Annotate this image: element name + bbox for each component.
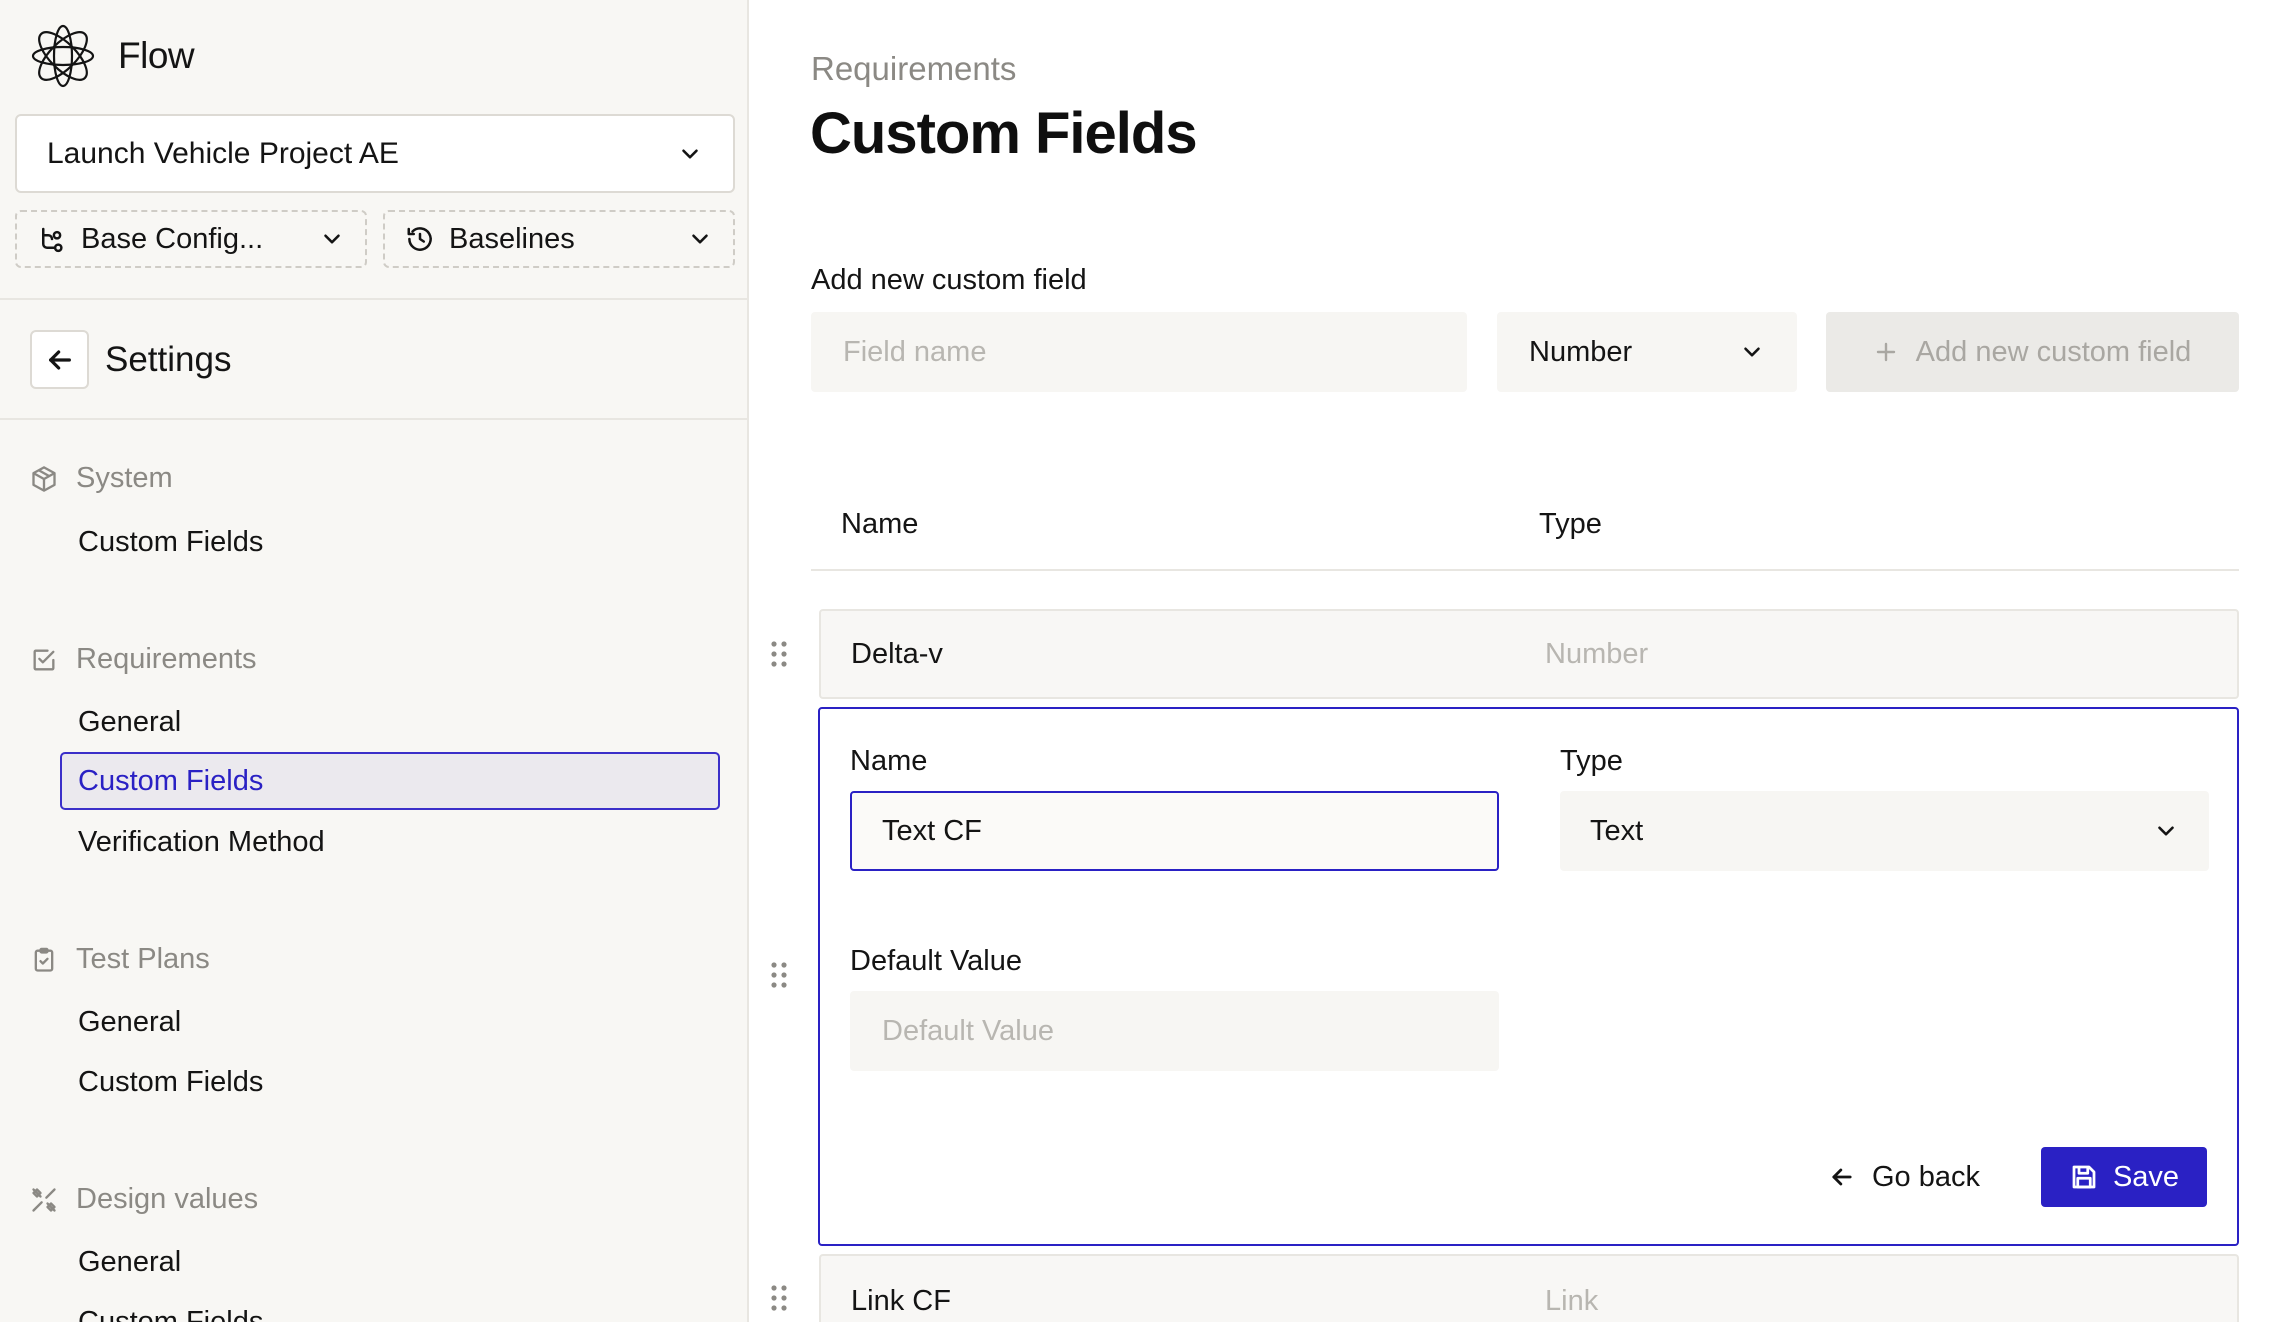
nav-item-label: Custom Fields <box>78 1065 264 1098</box>
drag-handle-icon[interactable] <box>769 1284 789 1312</box>
settings-title: Settings <box>105 340 232 379</box>
baselines-select[interactable]: Baselines <box>383 210 735 268</box>
edit-custom-field-card: Name Type Text Default Value Go back Sav… <box>818 707 2239 1246</box>
nav-item-label: General <box>78 1005 182 1038</box>
edit-name-input[interactable] <box>850 791 1499 871</box>
nav-item-system-custom-fields[interactable]: Custom Fields <box>60 513 720 571</box>
nav-item-label: Verification Method <box>78 825 325 858</box>
nav-item-label: Custom Fields <box>78 764 264 797</box>
config-select[interactable]: Base Config... <box>15 210 367 268</box>
nav-section-label: Requirements <box>76 643 257 675</box>
arrow-left-icon <box>1828 1163 1856 1191</box>
nav-item-requirements-custom-fields[interactable]: Custom Fields <box>60 752 720 810</box>
chevron-down-icon <box>2153 818 2179 844</box>
nav-section-label: Design values <box>76 1183 259 1215</box>
config-select-value: Base Config... <box>81 222 264 255</box>
nav-section-requirements: Requirements <box>30 643 257 676</box>
nav-item-label: Custom Fields <box>78 525 264 558</box>
save-button[interactable]: Save <box>2041 1147 2207 1207</box>
brand: Flow <box>30 22 195 90</box>
clipboard-check-icon <box>30 946 58 974</box>
add-field-label: Add new custom field <box>811 264 1087 296</box>
checkbox-icon <box>30 646 58 674</box>
nav-item-design-values-custom-fields[interactable]: Custom Fields <box>60 1293 720 1322</box>
go-back-label: Go back <box>1872 1160 1980 1193</box>
nav-item-test-plans-general[interactable]: General <box>60 993 720 1051</box>
nav-section-design-values: Design values <box>30 1183 258 1216</box>
default-value-label: Default Value <box>850 945 1022 977</box>
nav-item-label: General <box>78 705 182 738</box>
field-type-value: Number <box>1529 335 1633 368</box>
git-branch-icon <box>37 224 67 254</box>
nav-item-label: Custom Fields <box>78 1305 264 1322</box>
arrow-left-icon <box>44 344 76 376</box>
cube-icon <box>30 465 58 493</box>
table-row[interactable]: Link CF Link <box>819 1254 2239 1322</box>
chevron-down-icon <box>677 141 703 167</box>
add-custom-field-button[interactable]: Add new custom field <box>1826 312 2239 392</box>
history-icon <box>405 224 435 254</box>
save-label: Save <box>2112 1160 2180 1193</box>
sidebar: Flow Launch Vehicle Project AE Base Conf… <box>0 0 749 1322</box>
nav-section-label: Test Plans <box>76 943 210 975</box>
nav-item-design-values-general[interactable]: General <box>60 1233 720 1291</box>
chevron-down-icon <box>687 226 713 252</box>
save-icon <box>2069 1162 2099 1192</box>
edit-name-label: Name <box>850 745 928 777</box>
table-row[interactable]: Delta-v Number <box>819 609 2239 699</box>
edit-type-select[interactable]: Text <box>1560 791 2209 871</box>
nav-section-test-plans: Test Plans <box>30 943 210 976</box>
field-type-select[interactable]: Number <box>1497 312 1797 392</box>
edit-type-label: Type <box>1560 745 1623 777</box>
column-header-name: Name <box>841 508 919 540</box>
row-name: Link CF <box>851 1284 951 1317</box>
project-select-value: Launch Vehicle Project AE <box>47 136 399 170</box>
settings-header: Settings <box>0 300 747 420</box>
nav-item-requirements-general[interactable]: General <box>60 693 720 751</box>
chevron-down-icon <box>1739 339 1765 365</box>
default-value-input[interactable] <box>850 991 1499 1071</box>
chevron-down-icon <box>319 226 345 252</box>
field-name-input[interactable] <box>811 312 1467 392</box>
page-title: Custom Fields <box>810 101 1198 166</box>
table-header-divider <box>811 569 2239 571</box>
row-type: Link <box>1545 1284 1599 1317</box>
drag-handle-icon[interactable] <box>769 640 789 668</box>
go-back-button[interactable]: Go back <box>1820 1147 1988 1207</box>
row-name: Delta-v <box>851 637 943 670</box>
settings-back-button[interactable] <box>30 330 89 389</box>
nav-item-requirements-verification-method[interactable]: Verification Method <box>60 813 720 871</box>
tools-icon <box>30 1186 58 1214</box>
main-content: Requirements Custom Fields Add new custo… <box>751 0 2278 1322</box>
flow-logo-icon <box>30 23 96 89</box>
brand-name: Flow <box>118 35 195 76</box>
project-select[interactable]: Launch Vehicle Project AE <box>15 114 735 193</box>
plus-icon <box>1874 340 1898 364</box>
row-type: Number <box>1545 637 1649 670</box>
nav-section-label: System <box>76 462 173 494</box>
nav-item-label: General <box>78 1245 182 1278</box>
breadcrumb[interactable]: Requirements <box>811 50 1016 88</box>
add-custom-field-label: Add new custom field <box>1915 335 2192 368</box>
baselines-select-value: Baselines <box>449 222 575 255</box>
drag-handle-icon[interactable] <box>769 961 789 989</box>
column-header-type: Type <box>1539 508 1602 540</box>
edit-type-value: Text <box>1590 814 1644 847</box>
nav-item-test-plans-custom-fields[interactable]: Custom Fields <box>60 1053 720 1111</box>
nav-section-system: System <box>30 462 173 495</box>
